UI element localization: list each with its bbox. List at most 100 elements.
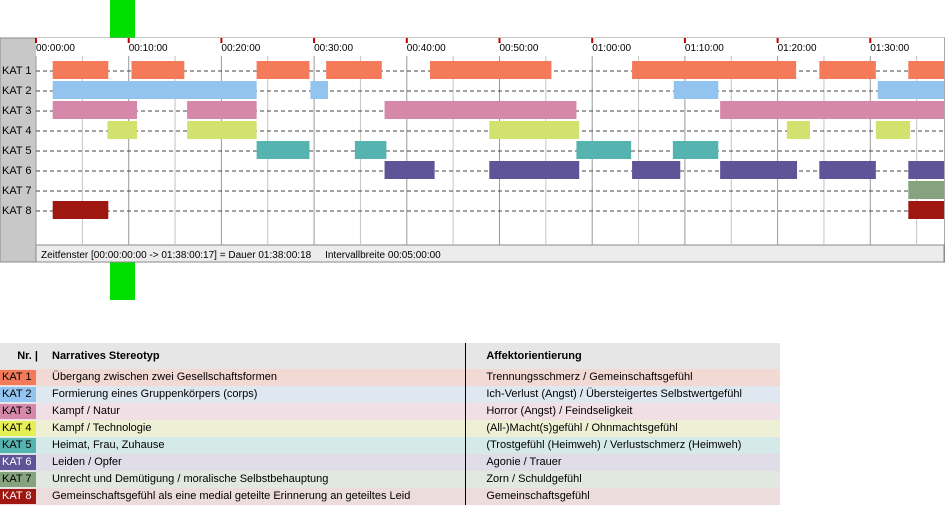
timeline-bar[interactable] xyxy=(52,81,257,99)
timeline-bar[interactable] xyxy=(877,81,944,99)
timeline-bar[interactable] xyxy=(489,161,580,179)
timeline-bar[interactable] xyxy=(632,161,681,179)
legend-category-swatch: KAT 2 xyxy=(0,387,36,402)
timeline-bar[interactable] xyxy=(131,61,185,79)
legend-stereotyp: Übergang zwischen zwei Gesellschaftsform… xyxy=(52,371,277,383)
timeline-bar[interactable] xyxy=(429,61,552,79)
legend-separator xyxy=(465,488,487,505)
legend-stereotyp: Kampf / Natur xyxy=(52,405,120,417)
legend-separator xyxy=(465,386,487,403)
legend-category-swatch: KAT 3 xyxy=(0,404,36,419)
tick-label: 01:00:00 xyxy=(592,43,631,54)
timeline-bar[interactable] xyxy=(786,121,811,139)
playhead-marker-top[interactable] xyxy=(110,0,135,38)
legend-stereotyp: Heimat, Frau, Zuhause xyxy=(52,439,165,451)
tick-label: 00:10:00 xyxy=(129,43,168,54)
timeline-bar[interactable] xyxy=(908,161,944,179)
legend-stereotyp: Leiden / Opfer xyxy=(52,456,122,468)
timeline-bar[interactable] xyxy=(908,61,944,79)
legend-affekt: (All-)Macht(s)gefühl / Ohnmachtsgefühl xyxy=(486,422,678,434)
legend-stereotyp: Kampf / Technologie xyxy=(52,422,152,434)
timeline-bar[interactable] xyxy=(875,121,911,139)
legend-separator xyxy=(465,403,487,420)
legend-row: KAT 1 Übergang zwischen zwei Gesellschaft… xyxy=(0,369,780,386)
timeline-bar[interactable] xyxy=(354,141,387,159)
legend-row: KAT 4 Kampf / Technologie (All-)Macht(s)ge… xyxy=(0,420,780,437)
timeline-bar[interactable] xyxy=(310,81,329,99)
legend-category-cell: KAT 5 xyxy=(0,437,42,454)
timeline-bar[interactable] xyxy=(908,181,944,199)
legend-category-swatch: KAT 8 xyxy=(0,489,36,504)
legend-separator xyxy=(465,454,487,471)
timeline-bar[interactable] xyxy=(489,121,580,139)
legend-affekt: (Trostgefühl (Heimweh) / Verlustschmerz … xyxy=(486,439,742,451)
timeline-bar[interactable] xyxy=(632,61,797,79)
timeline-bar[interactable] xyxy=(384,161,435,179)
legend-stereotyp: Gemeinschaftsgefühl als eine medial gete… xyxy=(52,490,411,502)
legend-affekt: Gemeinschaftsgefühl xyxy=(486,490,590,502)
legend-header-affekt: Affektorientierung xyxy=(486,343,780,369)
legend-row: KAT 7 Unrecht und Demütigung / moralische… xyxy=(0,471,780,488)
legend-affekt: Trennungsschmerz / Gemeinschaftsgefühl xyxy=(486,371,693,383)
legend-row: KAT 2 Formierung eines Gruppenkörpers (co… xyxy=(0,386,780,403)
legend-separator xyxy=(465,369,487,386)
timeline-bar[interactable] xyxy=(672,141,719,159)
legend-separator xyxy=(465,420,487,437)
timeline-bar[interactable] xyxy=(720,101,944,119)
timeline-bar[interactable] xyxy=(819,161,876,179)
timeline-bar[interactable] xyxy=(107,121,138,139)
legend-category-cell: KAT 7 xyxy=(0,471,42,488)
timeline-bar[interactable] xyxy=(908,201,944,219)
legend-affekt: Ich-Verlust (Angst) / Übersteigertes Sel… xyxy=(486,388,742,400)
row-label: KAT 4 xyxy=(2,125,32,137)
timeline-bar[interactable] xyxy=(326,61,382,79)
legend-affekt: Agonie / Trauer xyxy=(486,456,562,468)
status-text: Zeitfenster [00:00:00:00 -> 01:38:00:17]… xyxy=(41,250,441,261)
timeline-bar[interactable] xyxy=(52,61,109,79)
tick-label: 00:30:00 xyxy=(314,43,353,54)
legend-header: Nr. | Narratives Stereotyp Affektorienti… xyxy=(0,343,780,369)
legend-header-stereotyp: Narratives Stereotyp xyxy=(42,343,466,369)
legend-affekt: Horror (Angst) / Feindseligkeit xyxy=(486,405,633,417)
legend-category-swatch: KAT 6 xyxy=(0,455,36,470)
row-label: KAT 1 xyxy=(2,65,32,77)
legend-category-cell: KAT 4 xyxy=(0,420,42,437)
legend-row: KAT 6 Leiden / Opfer Agonie / Trauer xyxy=(0,454,780,471)
legend-header-nr: Nr. | xyxy=(0,343,42,369)
legend-category-cell: KAT 1 xyxy=(0,369,42,386)
legend-category-cell: KAT 8 xyxy=(0,488,42,505)
timeline-bar[interactable] xyxy=(576,141,632,159)
timeline-bar[interactable] xyxy=(673,81,719,99)
timeline-bar[interactable] xyxy=(52,101,138,119)
legend-category-cell: KAT 2 xyxy=(0,386,42,403)
legend-category-cell: KAT 6 xyxy=(0,454,42,471)
timeline-bar[interactable] xyxy=(819,61,876,79)
row-label: KAT 5 xyxy=(2,145,32,157)
tick-label: 01:20:00 xyxy=(778,43,817,54)
timeline-bar[interactable] xyxy=(256,61,310,79)
timeline-bar[interactable] xyxy=(187,121,257,139)
legend-category-swatch: KAT 7 xyxy=(0,472,36,487)
legend-category-swatch: KAT 5 xyxy=(0,438,36,453)
legend-separator xyxy=(465,437,487,454)
tick-label: 01:10:00 xyxy=(685,43,724,54)
timeline-bar[interactable] xyxy=(187,101,257,119)
legend-table: Nr. | Narratives Stereotyp Affektorienti… xyxy=(0,343,780,505)
tick-label: 00:50:00 xyxy=(500,43,539,54)
row-label: KAT 7 xyxy=(2,185,32,197)
legend-row: KAT 3 Kampf / Natur Horror (Angst) / Feind… xyxy=(0,403,780,420)
timeline-bar[interactable] xyxy=(52,201,109,219)
tick-label: 00:20:00 xyxy=(221,43,260,54)
row-label: KAT 2 xyxy=(2,85,32,97)
timeline-bar[interactable] xyxy=(720,161,798,179)
playhead-marker-bottom[interactable] xyxy=(110,262,135,300)
legend-header-separator xyxy=(465,343,487,369)
timeline-chart: 00:00:00 00:10:00 00:20:00 00:30:00 00:40:00… xyxy=(0,0,945,300)
row-label: KAT 8 xyxy=(2,205,32,217)
legend-stereotyp: Unrecht und Demütigung / moralische Selb… xyxy=(52,473,329,485)
timeline-bar[interactable] xyxy=(384,101,577,119)
timeline-bar[interactable] xyxy=(256,141,310,159)
row-label: KAT 3 xyxy=(2,105,32,117)
tick-label: 00:00:00 xyxy=(36,43,75,54)
legend-stereotyp: Formierung eines Gruppenkörpers (corps) xyxy=(52,388,258,400)
